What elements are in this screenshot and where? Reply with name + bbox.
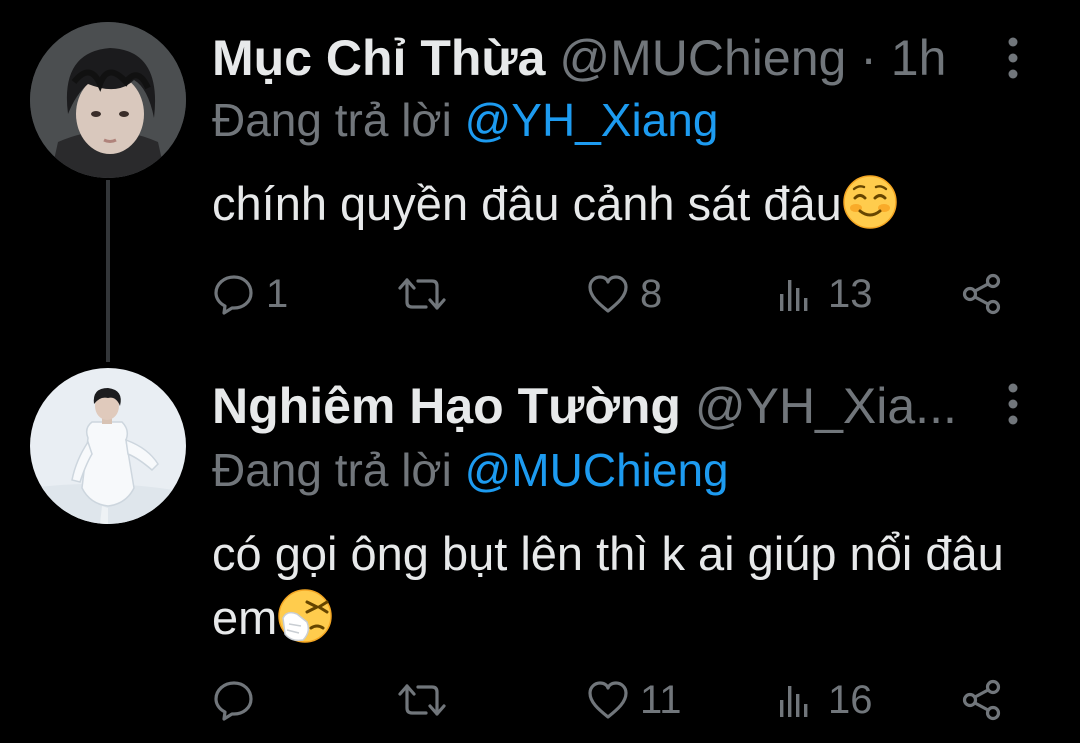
retweet-icon [398,684,446,716]
more-vertical-icon [1008,383,1018,425]
avatar[interactable] [30,368,186,524]
retweet-button[interactable] [396,266,458,322]
replying-to: Đang trả lời @MUChieng [212,442,729,498]
tweet-text-content: chính quyền đâu cảnh sát đâu [212,177,842,230]
reply-icon [214,681,253,721]
tweet-text: chính quyền đâu cảnh sát đâu [212,172,1042,236]
tweet-text: có gọi ông bụt lên thì k ai giúp nổi đâu… [212,522,1042,650]
tweet-actions: 11 16 [212,672,1012,728]
more-options-button[interactable] [998,36,1028,80]
reply-button[interactable]: 1 [212,266,288,322]
user-handle[interactable]: @YH_Xia... [695,378,957,434]
replying-to-handle-link[interactable]: @MUChieng [465,444,729,496]
separator-dot: · [860,30,877,86]
avatar[interactable] [30,22,186,178]
sneezing-face-emoji [277,588,333,644]
heart-icon [588,275,628,313]
share-icon [962,679,1001,721]
like-count: 11 [640,677,682,722]
timestamp[interactable]: 1h [891,30,947,86]
retweet-button[interactable] [396,672,458,728]
tweet[interactable]: Nghiêm Hạo Tường @YH_Xia... Đang trả lời… [0,340,1080,743]
tweet[interactable]: Mục Chỉ Thừa @MUChieng · 1h Đang trả lời… [0,0,1080,362]
share-button[interactable] [960,672,1004,728]
heart-icon [588,681,628,719]
replying-to-handle-link[interactable]: @YH_Xiang [465,94,719,146]
user-handle[interactable]: @MUChieng [559,30,846,86]
views-button[interactable]: 16 [774,672,873,728]
like-button[interactable]: 11 [586,672,682,728]
views-count: 13 [828,271,873,316]
like-count: 8 [640,271,663,316]
display-name[interactable]: Nghiêm Hạo Tường [212,378,681,434]
share-button[interactable] [960,266,1004,322]
like-button[interactable]: 8 [586,266,662,322]
replying-to-label: Đang trả lời [212,94,452,146]
views-icon [780,686,808,717]
tweet-header: Mục Chỉ Thừa @MUChieng · 1h [212,28,992,88]
more-options-button[interactable] [998,382,1028,426]
views-button[interactable]: 13 [774,266,873,322]
thread-connector-line [106,180,110,362]
views-icon [780,280,808,311]
tweet-header: Nghiêm Hạo Tường @YH_Xia... [212,376,992,436]
display-name[interactable]: Mục Chỉ Thừa [212,30,545,86]
reply-icon [214,275,253,315]
replying-to-label: Đang trả lời [212,444,452,496]
more-vertical-icon [1008,37,1018,79]
retweet-icon [398,278,446,310]
reply-button[interactable] [212,672,266,728]
share-icon [962,273,1001,315]
replying-to: Đang trả lời @YH_Xiang [212,92,718,148]
reply-count: 1 [266,271,289,316]
views-count: 16 [828,677,873,722]
tweet-actions: 1 8 13 [212,266,1012,322]
smiling-face-emoji [842,174,898,230]
